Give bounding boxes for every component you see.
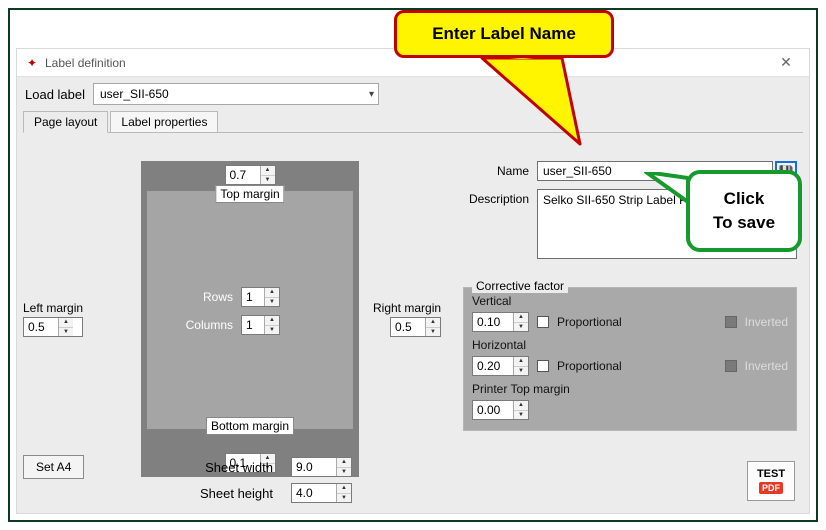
bottom-margin-label-box: Bottom margin (206, 417, 294, 435)
description-label: Description (463, 189, 537, 206)
window-title: Label definition (45, 56, 126, 70)
sheet-width-spin-buttons[interactable]: ▲▼ (336, 458, 351, 476)
callout-yellow-tail (452, 56, 592, 156)
close-icon: ✕ (780, 54, 792, 71)
top-margin-label-box: Top margin (215, 185, 284, 203)
printer-top-spin-buttons[interactable]: ▲▼ (513, 401, 528, 419)
horizontal-spin[interactable]: ▲▼ (472, 356, 529, 376)
printer-top-spin[interactable]: ▲▼ (472, 400, 529, 420)
sheet-width-label: Sheet width (153, 460, 273, 475)
tab-label-properties-label: Label properties (121, 115, 207, 129)
printer-top-label: Printer Top margin (472, 382, 788, 396)
rows-columns: Rows ▲▼ Columns ▲▼ (177, 287, 280, 335)
right-margin-spin-buttons[interactable]: ▲▼ (425, 318, 440, 336)
right-margin-spin[interactable]: ▲▼ (390, 317, 441, 337)
horizontal-inverted-label: Inverted (745, 359, 788, 373)
sheet-height-spin-buttons[interactable]: ▲▼ (336, 484, 351, 502)
right-margin-control: Right margin ▲▼ (373, 301, 441, 337)
callout-click-to-save: Click To save (686, 170, 802, 252)
columns-label: Columns (177, 318, 233, 332)
rows-input[interactable] (242, 288, 264, 306)
load-label-row: Load label user_SII-650 ▾ (17, 77, 809, 109)
right-margin-label: Right margin (373, 301, 441, 315)
set-a4-button[interactable]: Set A4 (23, 455, 84, 479)
printer-top-input[interactable] (473, 401, 513, 419)
horizontal-inverted-checkbox[interactable] (725, 360, 737, 372)
set-a4-label: Set A4 (36, 460, 71, 474)
bottom-margin-label: Bottom margin (211, 419, 289, 433)
tab-label-properties[interactable]: Label properties (110, 111, 218, 132)
close-button[interactable]: ✕ (769, 51, 803, 73)
tab-page-layout-label: Page layout (34, 115, 97, 129)
sheet-height-label: Sheet height (153, 486, 273, 501)
chevron-down-icon: ▾ (369, 89, 374, 100)
vertical-spin-buttons[interactable]: ▲▼ (513, 313, 528, 331)
callout-green-tail (644, 172, 688, 212)
test-label: TEST (757, 468, 785, 480)
outer-frame: Enter Label Name Click To save ✦ Label d… (8, 8, 818, 522)
right-margin-input[interactable] (391, 318, 425, 336)
corrective-factor-group: Corrective factor Vertical ▲▼ Proportion… (463, 287, 797, 431)
columns-spin[interactable]: ▲▼ (241, 315, 280, 335)
client-area: Load label user_SII-650 ▾ Page layout La… (17, 77, 809, 513)
vertical-inverted-checkbox[interactable] (725, 316, 737, 328)
callout-click-line1: Click (724, 187, 765, 211)
horizontal-proportional-checkbox[interactable] (537, 360, 549, 372)
columns-input[interactable] (242, 316, 264, 334)
top-margin-input[interactable] (226, 166, 260, 184)
rows-label: Rows (177, 290, 233, 304)
corrective-factor-title: Corrective factor (472, 279, 568, 293)
horizontal-proportional-label: Proportional (557, 359, 622, 373)
left-margin-spin-buttons[interactable]: ▲▼ (58, 318, 73, 336)
vertical-proportional-label: Proportional (557, 315, 622, 329)
left-margin-label: Left margin (23, 301, 83, 315)
horizontal-spin-buttons[interactable]: ▲▼ (513, 357, 528, 375)
vertical-label: Vertical (472, 294, 788, 308)
top-margin-spin-buttons[interactable]: ▲▼ (260, 166, 275, 184)
page-preview: ▲▼ Top margin Rows (141, 161, 359, 477)
test-pdf-button[interactable]: TEST PDF (747, 461, 795, 501)
horizontal-label: Horizontal (472, 338, 788, 352)
callout-enter-label-name: Enter Label Name (394, 10, 614, 58)
load-label-value: user_SII-650 (100, 87, 169, 101)
columns-spin-buttons[interactable]: ▲▼ (264, 316, 279, 334)
left-margin-input[interactable] (24, 318, 58, 336)
horizontal-input[interactable] (473, 357, 513, 375)
dialog-window: ✦ Label definition ✕ Load label user_SII… (16, 48, 810, 514)
callout-enter-label-text: Enter Label Name (432, 24, 576, 44)
tab-page-layout[interactable]: Page layout (23, 111, 108, 133)
left-margin-control: Left margin ▲▼ (23, 301, 83, 337)
vertical-inverted-label: Inverted (745, 315, 788, 329)
callout-click-line2: To save (713, 211, 775, 235)
top-margin-spin[interactable]: ▲▼ (225, 165, 276, 185)
rows-spin[interactable]: ▲▼ (241, 287, 280, 307)
tabs: Page layout Label properties (23, 111, 803, 133)
rows-spin-buttons[interactable]: ▲▼ (264, 288, 279, 306)
left-margin-spin[interactable]: ▲▼ (23, 317, 83, 337)
vertical-input[interactable] (473, 313, 513, 331)
name-label: Name (463, 161, 537, 178)
sheet-height-spin[interactable]: ▲▼ (291, 483, 352, 503)
sheet-width-input[interactable] (292, 458, 336, 476)
top-margin-label: Top margin (220, 187, 279, 201)
app-icon: ✦ (25, 56, 39, 70)
vertical-spin[interactable]: ▲▼ (472, 312, 529, 332)
sheet-height-input[interactable] (292, 484, 336, 502)
sheet-width-spin[interactable]: ▲▼ (291, 457, 352, 477)
load-label-combo[interactable]: user_SII-650 ▾ (93, 83, 379, 105)
vertical-proportional-checkbox[interactable] (537, 316, 549, 328)
page-preview-inner: Top margin Rows ▲▼ (147, 191, 353, 429)
load-label-caption: Load label (25, 87, 85, 102)
pdf-badge: PDF (759, 482, 783, 494)
